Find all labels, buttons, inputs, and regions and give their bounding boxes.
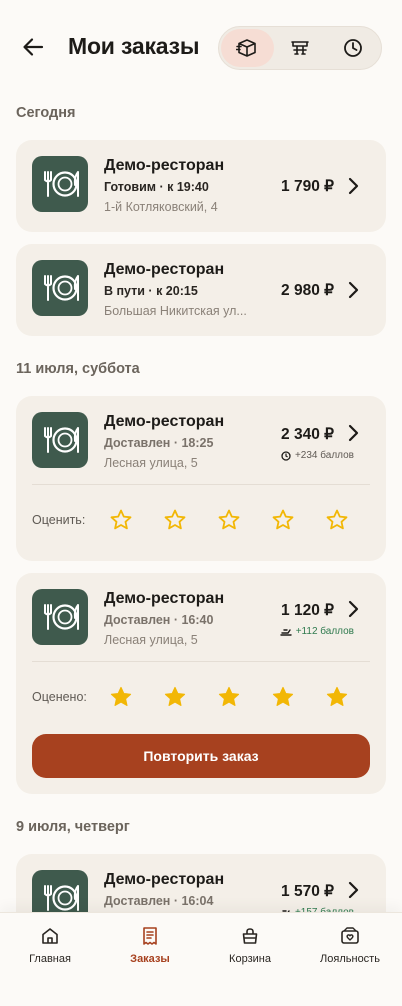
rating-label: Оценено: bbox=[32, 690, 87, 704]
chevron-right-icon bbox=[348, 281, 359, 299]
order-type-switch bbox=[218, 26, 382, 70]
order-price: 1 570 ₽ bbox=[281, 883, 334, 900]
plate-cutlery-icon bbox=[44, 275, 79, 301]
bonus-text: +234 баллов bbox=[294, 450, 354, 461]
order-status: Готовим · к 19:40 bbox=[104, 180, 209, 194]
arrow-left-icon bbox=[23, 38, 44, 56]
bonus-points: +234 баллов bbox=[281, 450, 354, 461]
section-title: 11 июля, суббота bbox=[16, 361, 140, 377]
tab-preorder[interactable] bbox=[326, 29, 379, 67]
nav-label: Лояльность bbox=[320, 953, 380, 965]
nav-item-cart[interactable]: Корзина bbox=[200, 925, 300, 965]
plate-cutlery-icon bbox=[44, 171, 79, 197]
order-card[interactable]: Демо-ресторан Доставлен · 18:25 Лесная у… bbox=[16, 396, 386, 561]
receipt-icon bbox=[143, 927, 157, 945]
star-filled-icon bbox=[218, 686, 240, 706]
star-2 bbox=[148, 684, 202, 710]
star-outline-icon bbox=[110, 509, 132, 530]
star-filled-icon bbox=[164, 686, 186, 706]
star-4 bbox=[256, 684, 310, 710]
nav-label: Корзина bbox=[229, 953, 271, 965]
bonus-points: +112 баллов bbox=[280, 626, 354, 637]
clock-icon bbox=[343, 39, 362, 57]
section-title: 9 июля, четверг bbox=[16, 819, 130, 835]
loyalty-icon bbox=[341, 927, 359, 944]
star-4[interactable] bbox=[256, 507, 310, 533]
rating-label: Оценить: bbox=[32, 513, 86, 527]
bottom-navigation: Главная Заказы Корзина Лояльность bbox=[0, 912, 402, 1006]
divider bbox=[32, 661, 370, 662]
bag-icon bbox=[242, 928, 258, 944]
chevron-right-icon bbox=[348, 881, 359, 899]
delivery-address: 1-й Котляковский, 4 bbox=[104, 200, 218, 214]
restaurant-name: Демо-ресторан bbox=[104, 157, 225, 174]
star-1 bbox=[94, 684, 148, 710]
order-card[interactable]: Демо-ресторан Готовим · к 19:40 1-й Котл… bbox=[16, 140, 386, 232]
order-price: 2 980 ₽ bbox=[281, 282, 334, 299]
star-5[interactable] bbox=[310, 507, 364, 533]
restaurant-name: Демо-ресторан bbox=[104, 590, 225, 607]
restaurant-logo bbox=[32, 412, 88, 468]
star-filled-icon bbox=[110, 686, 132, 706]
star-2[interactable] bbox=[148, 507, 202, 533]
order-card[interactable]: Демо-ресторан В пути · к 20:15 Большая Н… bbox=[16, 244, 386, 336]
nav-item-home[interactable]: Главная bbox=[0, 925, 100, 965]
star-filled-icon bbox=[326, 686, 348, 706]
order-status: В пути · к 20:15 bbox=[104, 284, 198, 298]
restaurant-logo bbox=[32, 589, 88, 645]
page-title: Мои заказы bbox=[68, 33, 200, 59]
star-outline-icon bbox=[326, 509, 348, 530]
tab-delivery[interactable] bbox=[221, 29, 274, 67]
back-button[interactable] bbox=[20, 34, 46, 60]
restaurant-logo bbox=[32, 156, 88, 212]
delivery-address: Лесная улица, 5 bbox=[104, 456, 198, 470]
plate-cutlery-icon bbox=[44, 427, 79, 453]
delivery-icon bbox=[280, 628, 292, 636]
section-title: Сегодня bbox=[16, 105, 76, 121]
plate-cutlery-icon bbox=[44, 604, 79, 630]
order-status: Доставлен · 16:40 bbox=[104, 613, 214, 627]
restaurant-name: Демо-ресторан bbox=[104, 871, 225, 888]
order-price: 1 790 ₽ bbox=[281, 178, 334, 195]
order-status: Доставлен · 16:04 bbox=[104, 894, 214, 908]
header: Мои заказы bbox=[0, 0, 402, 96]
nav-item-loyalty[interactable]: Лояльность bbox=[300, 925, 400, 965]
table-icon bbox=[291, 41, 309, 55]
star-5 bbox=[310, 684, 364, 710]
divider bbox=[32, 484, 370, 485]
chevron-right-icon bbox=[348, 600, 359, 618]
restaurant-name: Демо-ресторан bbox=[104, 261, 225, 278]
repeat-order-button[interactable]: Повторить заказ bbox=[32, 734, 370, 778]
star-outline-icon bbox=[218, 509, 240, 530]
star-filled-icon bbox=[272, 686, 294, 706]
nav-label: Заказы bbox=[130, 953, 170, 965]
star-3 bbox=[202, 684, 256, 710]
star-1[interactable] bbox=[94, 507, 148, 533]
order-card[interactable]: Демо-ресторан Доставлен · 16:40 Лесная у… bbox=[16, 573, 386, 794]
order-status: Доставлен · 18:25 bbox=[104, 436, 214, 450]
home-icon bbox=[42, 928, 58, 944]
chevron-right-icon bbox=[348, 177, 359, 195]
order-price: 1 120 ₽ bbox=[281, 602, 334, 619]
order-price: 2 340 ₽ bbox=[281, 426, 334, 443]
delivery-address: Большая Никитская ул... bbox=[104, 304, 247, 318]
delivery-address: Лесная улица, 5 bbox=[104, 633, 198, 647]
star-outline-icon bbox=[164, 509, 186, 530]
box-icon bbox=[236, 39, 257, 57]
clock-icon bbox=[281, 450, 291, 461]
rating-stars bbox=[94, 684, 364, 710]
chevron-right-icon bbox=[348, 424, 359, 442]
tab-in-restaurant[interactable] bbox=[274, 29, 327, 67]
nav-label: Главная bbox=[29, 953, 71, 965]
restaurant-logo bbox=[32, 260, 88, 316]
star-3[interactable] bbox=[202, 507, 256, 533]
star-outline-icon bbox=[272, 509, 294, 530]
rating-stars bbox=[94, 507, 364, 533]
restaurant-name: Демо-ресторан bbox=[104, 413, 225, 430]
nav-item-orders[interactable]: Заказы bbox=[100, 925, 200, 965]
plate-cutlery-icon bbox=[44, 885, 79, 911]
bonus-text: +112 баллов bbox=[295, 626, 354, 637]
